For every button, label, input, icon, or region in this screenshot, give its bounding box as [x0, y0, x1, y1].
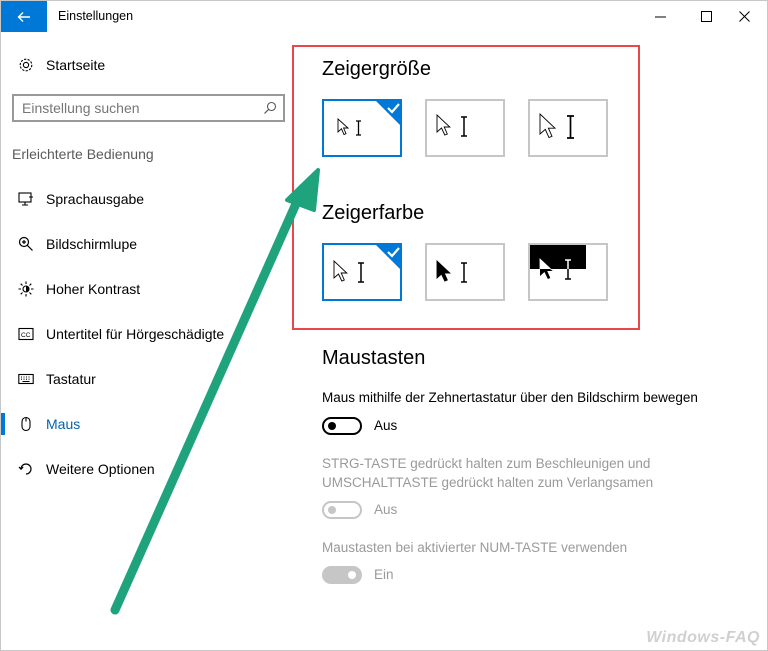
watermark: Windows-FAQ [646, 629, 760, 646]
cursor-preview-icon [333, 260, 364, 283]
contrast-icon [17, 280, 35, 298]
maximize-icon [700, 11, 712, 22]
main-content: Zeigergröße Zeigerfarbe Maustasten Maus … [301, 32, 767, 650]
sidebar-item-mouse[interactable]: Maus [1, 404, 301, 444]
toggle-state-label: Ein [374, 567, 394, 582]
sidebar-item-keyboard[interactable]: Tastatur [1, 359, 301, 399]
sidebar-item-label: Tastatur [46, 371, 96, 387]
close-icon [738, 11, 750, 22]
mouse-icon [17, 415, 35, 433]
minimize-button[interactable] [637, 1, 683, 32]
magnifier-icon [17, 235, 35, 253]
cursor-preview-icon [337, 118, 361, 136]
ctrl-shift-setting-label-line1: STRG-TASTE gedrückt halten zum Beschleun… [322, 456, 651, 471]
sidebar: Startseite Erleichterte Bedienung Sprach… [1, 32, 301, 650]
pointer-color-heading: Zeigerfarbe [322, 202, 425, 224]
sidebar-item-label: Weitere Optionen [46, 461, 155, 477]
more-options-icon [17, 460, 35, 478]
back-button[interactable] [1, 1, 47, 32]
pointer-size-large-option[interactable] [528, 99, 608, 157]
sidebar-item-label: Sprachausgabe [46, 191, 145, 207]
toggle-state-label: Aus [374, 418, 398, 433]
selected-check-icon [374, 243, 402, 271]
gear-icon [17, 56, 35, 74]
sidebar-item-more-options[interactable]: Weitere Optionen [1, 449, 301, 489]
search-box[interactable] [12, 94, 285, 122]
cursor-preview-icon [539, 113, 574, 139]
sidebar-item-narrator[interactable]: Sprachausgabe [1, 179, 301, 219]
ctrl-shift-toggle[interactable] [322, 501, 362, 519]
sidebar-item-high-contrast[interactable]: Hoher Kontrast [1, 269, 301, 309]
sidebar-item-label: Startseite [46, 57, 106, 73]
title-bar: Einstellungen [1, 1, 767, 32]
settings-window: Einstellungen Startseite Erleichterte Be… [0, 0, 768, 651]
closed-captions-icon: CC [17, 325, 35, 343]
sidebar-item-label: Untertitel für Hörgeschädigte [46, 326, 225, 342]
toggle-knob [348, 571, 356, 579]
active-indicator [1, 413, 5, 435]
pointer-size-small-option[interactable] [322, 99, 402, 157]
section-label: Erleichterte Bedienung [12, 146, 154, 162]
pointer-color-inverted-option[interactable] [528, 243, 608, 301]
search-icon[interactable] [263, 101, 277, 115]
mouse-keys-toggle[interactable] [322, 417, 362, 435]
mouse-keys-heading: Maustasten [322, 347, 426, 369]
sidebar-item-closed-captions[interactable]: CC Untertitel für Hörgeschädigte [1, 314, 301, 354]
window-title: Einstellungen [58, 9, 134, 23]
pointer-color-black-option[interactable] [425, 243, 505, 301]
cursor-preview-icon [530, 245, 586, 280]
back-arrow-icon [17, 11, 30, 22]
minimize-icon [654, 16, 666, 18]
cursor-preview-icon [436, 114, 467, 137]
pointer-color-white-option[interactable] [322, 243, 402, 301]
sidebar-item-label: Hoher Kontrast [46, 281, 141, 297]
ctrl-shift-setting-label-line2: UMSCHALTTASTE gedrückt halten zum Verlan… [322, 475, 654, 490]
keyboard-icon [17, 370, 35, 388]
numlock-setting-label: Maustasten bei aktivierter NUM-TASTE ver… [322, 540, 628, 555]
pointer-size-heading: Zeigergröße [322, 58, 431, 80]
sidebar-item-label: Maus [46, 416, 81, 432]
sidebar-item-home[interactable]: Startseite [1, 45, 301, 85]
search-input[interactable] [22, 99, 257, 117]
selected-check-icon [374, 99, 402, 127]
toggle-knob [328, 506, 336, 514]
toggle-knob [328, 422, 336, 430]
sidebar-item-label: Bildschirmlupe [46, 236, 138, 252]
cursor-preview-icon [436, 260, 467, 283]
pointer-size-medium-option[interactable] [425, 99, 505, 157]
mouse-keys-setting-label: Maus mithilfe der Zehnertastatur über de… [322, 390, 698, 405]
toggle-state-label: Aus [374, 502, 398, 517]
svg-text:CC: CC [21, 332, 31, 339]
close-button[interactable] [721, 1, 767, 32]
sidebar-item-magnifier[interactable]: Bildschirmlupe [1, 224, 301, 264]
numlock-toggle[interactable] [322, 566, 362, 584]
narrator-icon [17, 190, 35, 208]
